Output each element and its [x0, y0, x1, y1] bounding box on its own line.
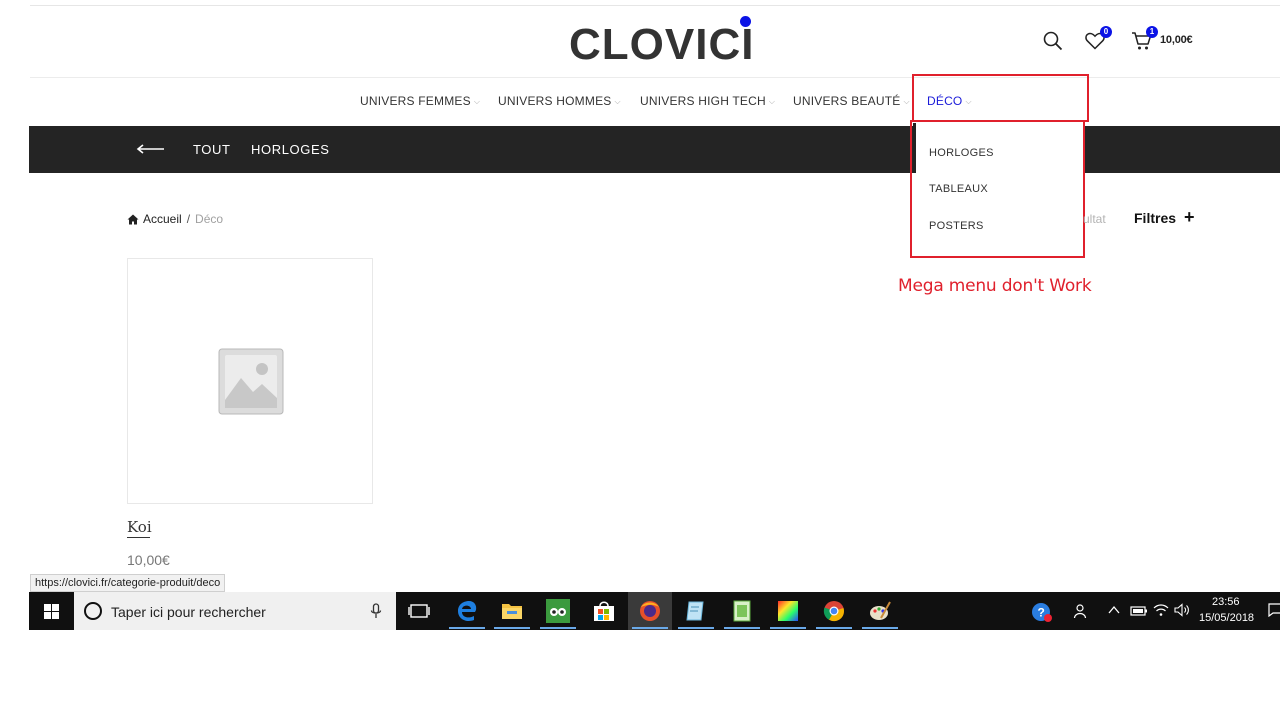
- svg-text:?: ?: [1038, 606, 1045, 620]
- file-explorer-icon[interactable]: [499, 598, 525, 624]
- app-running-indicator: [724, 627, 760, 629]
- search-icon[interactable]: [1043, 31, 1063, 51]
- paint-app-icon[interactable]: [867, 598, 893, 624]
- browser-page: CLOVICI 0 1 10,00€ UNIVERS FEMMES ⌵ UNIVE…: [0, 0, 1280, 720]
- plus-icon[interactable]: +: [1184, 207, 1195, 228]
- breadcrumb-separator: /: [186, 212, 191, 226]
- breadcrumb-current: Déco: [195, 212, 224, 226]
- chevron-down-icon: ⌵: [768, 97, 776, 106]
- nav-label: UNIVERS FEMMES: [360, 94, 471, 108]
- site-logo[interactable]: CLOVICI: [569, 22, 754, 68]
- nav-univers-beaute[interactable]: UNIVERS BEAUTÉ ⌵: [793, 94, 910, 108]
- tripadvisor-app-icon[interactable]: [545, 598, 571, 624]
- app-running-indicator: [632, 627, 668, 629]
- filters-toggle[interactable]: Filtres: [1134, 210, 1176, 226]
- cortana-icon: [84, 602, 102, 620]
- volume-icon[interactable]: [1174, 603, 1190, 617]
- nav-univers-femmes[interactable]: UNIVERS FEMMES ⌵: [360, 94, 480, 108]
- people-icon[interactable]: [1073, 603, 1089, 619]
- store-icon[interactable]: [591, 598, 617, 624]
- edge-browser-icon[interactable]: [454, 598, 480, 624]
- product-name-underline: [127, 537, 150, 538]
- product-name[interactable]: Koi: [127, 518, 152, 536]
- breadcrumb: Accueil / Déco: [127, 212, 223, 226]
- nav-label: UNIVERS HOMMES: [498, 94, 612, 108]
- image-placeholder-icon: [218, 348, 284, 415]
- taskbar-search-input[interactable]: Taper ici pour rechercher: [74, 592, 396, 630]
- windows-start-icon[interactable]: [29, 592, 74, 630]
- spreadsheet-app-icon[interactable]: [729, 598, 755, 624]
- notes-app-icon[interactable]: [683, 598, 709, 624]
- chevron-up-icon[interactable]: [1108, 605, 1120, 615]
- action-center-icon[interactable]: [1268, 603, 1280, 617]
- category-link-horloges[interactable]: HORLOGES: [251, 142, 329, 157]
- app-running-indicator: [770, 627, 806, 629]
- chevron-down-icon: ⌵: [473, 97, 481, 106]
- task-view-icon[interactable]: [406, 598, 432, 624]
- app-running-indicator: [678, 627, 714, 629]
- nav-univers-high-tech[interactable]: UNIVERS HIGH TECH ⌵: [640, 94, 775, 108]
- annotation-text: Mega menu don't Work: [898, 276, 1092, 296]
- nav-label: UNIVERS BEAUTÉ: [793, 94, 901, 108]
- annotation-box-dropdown: [910, 120, 1085, 258]
- breadcrumb-home[interactable]: Accueil: [143, 212, 182, 226]
- home-icon: [127, 214, 139, 224]
- app-running-indicator: [540, 627, 576, 629]
- clock-time[interactable]: 23:56: [1212, 596, 1240, 608]
- product-card[interactable]: [127, 258, 373, 504]
- cart-count-badge: 1: [1146, 26, 1158, 38]
- header-divider: [30, 77, 1280, 78]
- nav-univers-hommes[interactable]: UNIVERS HOMMES ⌵: [498, 94, 621, 108]
- app-running-indicator: [862, 627, 898, 629]
- wifi-icon[interactable]: [1153, 603, 1169, 617]
- chevron-down-icon: ⌵: [903, 97, 910, 106]
- browser-top-strip: [30, 0, 1280, 6]
- status-url: https://clovici.fr/categorie-produit/dec…: [30, 574, 226, 592]
- product-price: 10,00€: [127, 552, 170, 568]
- clock-date[interactable]: 15/05/2018: [1199, 612, 1254, 624]
- chevron-down-icon: ⌵: [614, 97, 621, 106]
- help-icon[interactable]: ?: [1031, 601, 1053, 623]
- nav-label: UNIVERS HIGH TECH: [640, 94, 766, 108]
- result-count-text: ultat: [1083, 212, 1106, 226]
- annotation-box-deco: [912, 74, 1089, 122]
- cart-total[interactable]: 10,00€: [1160, 34, 1193, 46]
- battery-icon[interactable]: [1130, 605, 1148, 617]
- logo-dot: [740, 16, 751, 27]
- taskbar-search-placeholder: Taper ici pour rechercher: [111, 604, 266, 620]
- app-running-indicator: [449, 627, 485, 629]
- wishlist-count-badge: 0: [1100, 26, 1112, 38]
- app-running-indicator: [494, 627, 530, 629]
- back-arrow-icon[interactable]: [134, 140, 166, 158]
- microphone-icon[interactable]: [370, 603, 382, 619]
- app-running-indicator: [816, 627, 852, 629]
- color-picker-app-icon[interactable]: [775, 598, 801, 624]
- chrome-icon[interactable]: [821, 598, 847, 624]
- firefox-icon[interactable]: [637, 598, 663, 624]
- category-link-tout[interactable]: TOUT: [193, 142, 231, 157]
